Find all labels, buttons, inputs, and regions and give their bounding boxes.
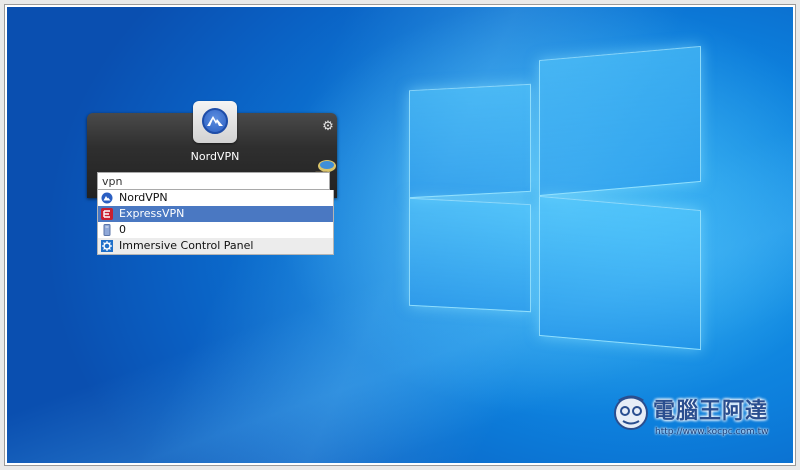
result-item-immersive-control-panel[interactable]: Immersive Control Panel [98,238,333,254]
search-input[interactable]: vpn [97,172,330,190]
result-label: NordVPN [119,191,168,204]
expressvpn-icon [101,208,113,220]
windows-logo-pane-top-right [539,45,701,197]
windows-logo-pane-bottom-left [409,197,531,313]
windows-logo-pane-top-left [409,83,531,199]
results-list: NordVPN ExpressVPN 0 Immersive Control P… [97,190,334,255]
watermark-url: http://www.kocpc.com.tw [655,427,769,437]
watermark-title: 電腦王阿達 [653,399,769,424]
gear-icon[interactable]: ⚙ [321,120,335,134]
file-icon [103,224,111,236]
result-label: ExpressVPN [119,207,185,220]
result-item-0[interactable]: 0 [98,222,333,238]
windows-logo-pane-bottom-right [539,195,701,351]
result-label: Immersive Control Panel [119,239,254,252]
result-item-nordvpn[interactable]: NordVPN [98,190,333,206]
screenshot-frame: NordVPN ⚙ vpn NordVPN ExpressVPN 0 Immer… [4,4,796,466]
nordvpn-logo-icon [202,108,228,134]
nordvpn-icon [101,192,113,204]
result-label: 0 [119,223,126,236]
watermark: 電腦王阿達 http://www.kocpc.com.tw [611,393,791,443]
selected-app-name: NordVPN [190,150,240,163]
watermark-mascot-icon [614,395,648,430]
result-item-expressvpn[interactable]: ExpressVPN [98,206,333,222]
nordvpn-app-icon[interactable] [193,101,237,143]
settings-icon [101,240,113,252]
